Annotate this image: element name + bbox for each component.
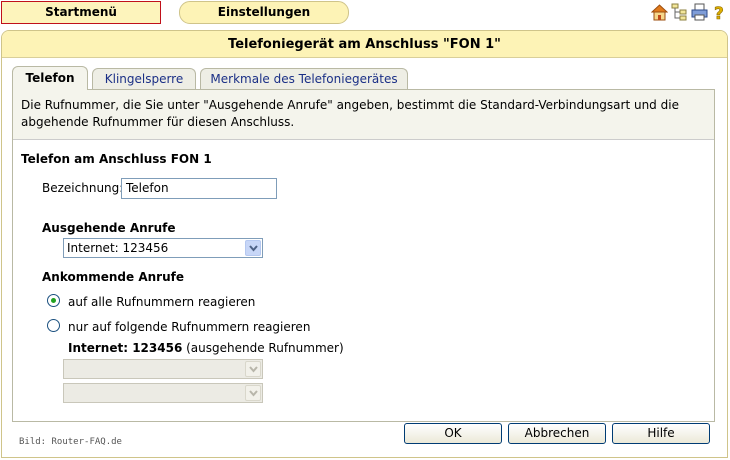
chevron-down-icon[interactable] (245, 361, 261, 377)
panel-title: Telefoniegerät am Anschluss "FON 1" (2, 31, 727, 58)
home-icon[interactable] (650, 3, 669, 21)
outgoing-number: Internet: 123456 (68, 341, 183, 355)
intro-text: Die Rufnummer, die Sie unter "Ausgehende… (13, 90, 714, 140)
specific-number-select-2[interactable] (63, 383, 263, 403)
specific-number-select-1[interactable] (63, 359, 263, 379)
svg-text:?: ? (714, 4, 724, 21)
main-panel: Telefoniegerät am Anschluss "FON 1" Tele… (1, 30, 728, 458)
radio-all-numbers[interactable] (47, 294, 60, 307)
bezeichnung-input[interactable]: Telefon (121, 178, 277, 199)
radio-specific-numbers[interactable] (47, 319, 60, 332)
radio-specific-label: nur auf folgende Rufnummern reagieren (68, 320, 311, 334)
incoming-title: Ankommende Anrufe (42, 270, 184, 284)
outgoing-number-note: (ausgehende Rufnummer) (186, 341, 344, 355)
tab-merkmale[interactable]: Merkmale des Telefoniegerätes (200, 68, 408, 89)
chevron-down-icon[interactable] (245, 385, 261, 401)
settings-button[interactable]: Einstellungen (179, 1, 349, 24)
help-icon[interactable]: ? (711, 3, 728, 25)
image-credit: Bild: Router-FAQ.de (19, 437, 122, 447)
sitemap-icon[interactable] (671, 3, 688, 21)
toolbar-icons: ? (650, 3, 728, 25)
tab-content: Die Rufnummer, die Sie unter "Ausgehende… (12, 89, 715, 422)
bezeichnung-label: Bezeichnung: (42, 181, 124, 195)
start-menu-button[interactable]: Startmenü (1, 1, 161, 24)
outgoing-title: Ausgehende Anrufe (42, 221, 176, 235)
help-button[interactable]: Hilfe (612, 423, 710, 444)
printer-icon[interactable] (691, 3, 708, 21)
cancel-button[interactable]: Abbrechen (508, 423, 606, 444)
chevron-down-icon[interactable] (245, 240, 261, 256)
outgoing-select-value: Internet: 123456 (67, 241, 169, 255)
outgoing-select[interactable]: Internet: 123456 (63, 238, 263, 258)
tab-klingelsperre[interactable]: Klingelsperre (92, 68, 196, 89)
outgoing-number-info: Internet: 123456 (ausgehende Rufnummer) (68, 341, 344, 355)
ok-button[interactable]: OK (404, 423, 502, 444)
radio-all-label: auf alle Rufnummern reagieren (68, 295, 256, 309)
section-title: Telefon am Anschluss FON 1 (21, 152, 212, 166)
tab-telefon[interactable]: Telefon (12, 66, 88, 90)
